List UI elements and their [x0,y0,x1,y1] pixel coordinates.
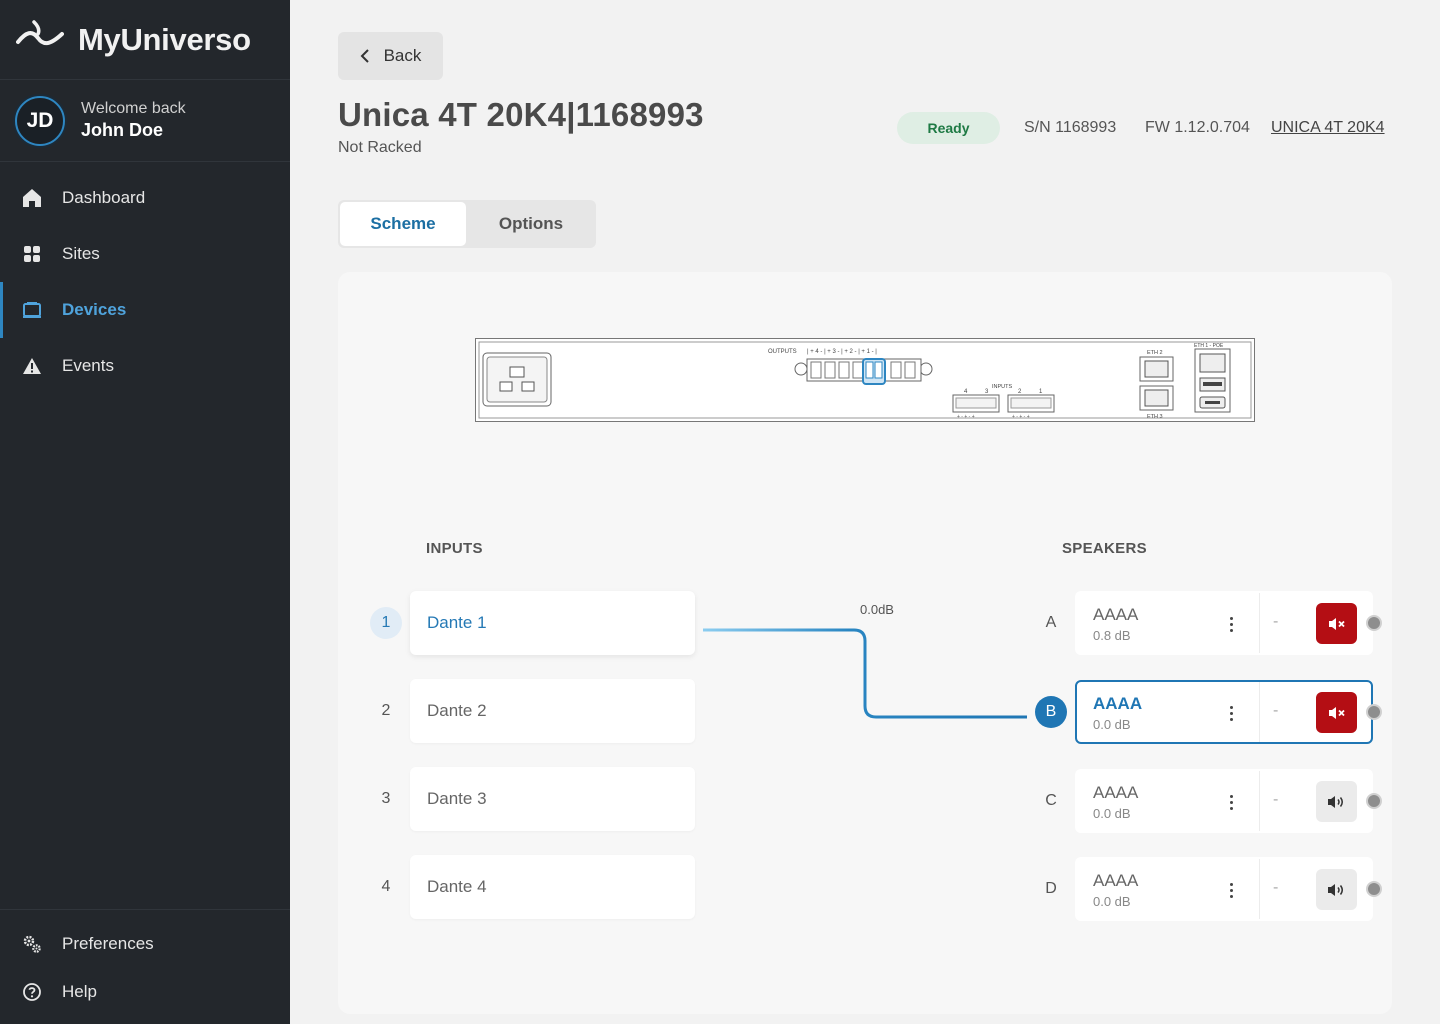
nav-item-sites[interactable]: Sites [0,226,290,282]
route-gain-label[interactable]: 0.0dB [860,602,894,617]
speaker-muted-icon [1328,706,1345,719]
serial-number: S/N 1168993 [1024,119,1117,136]
chevron-left-icon [360,49,370,63]
mute-button[interactable] [1316,603,1357,644]
nav-item-help[interactable]: Help [0,968,290,1016]
page-title: Unica 4T 20K4|1168993 [338,96,704,133]
nav-label: Devices [62,300,127,319]
avatar: JD [15,95,65,146]
output-connector-dot[interactable] [1366,793,1382,809]
output-connector-dot[interactable] [1366,704,1382,720]
device-icon [22,300,42,320]
user-name: John Doe [81,120,164,140]
status-badge: Ready [897,112,1000,144]
grid-icon [22,244,42,264]
speaker-letter: A [1045,614,1057,631]
scheme-panel: OUTPUTS | + 4 - | + 3 - | + 2 - | + 1 - … [338,272,1392,1014]
tab-options[interactable]: Options [468,202,594,246]
nav-item-dashboard[interactable]: Dashboard [0,170,290,226]
tab-scheme[interactable]: Scheme [340,202,466,246]
main-nav: Dashboard Sites Devices Events [0,162,290,394]
speaker-preset: - [1273,702,1279,719]
nav-label: Preferences [62,934,154,953]
mute-button[interactable] [1316,692,1357,733]
speaker-name: AAAA [1093,871,1139,890]
back-button[interactable]: Back [338,32,443,80]
speaker-letter: C [1045,792,1057,809]
output-connector-dot[interactable] [1366,881,1382,897]
tab-bar: Scheme Options [338,200,596,248]
sidebar: MyUniverso JD Welcome back John Doe Dash… [0,0,290,1024]
speaker-card-c[interactable]: AAAA 0.0 dB - [1075,769,1373,833]
main-content: Back Unica 4T 20K4|1168993 Not Racked Re… [290,0,1440,1024]
mute-button[interactable] [1316,869,1357,910]
nav-item-preferences[interactable]: Preferences [0,920,290,968]
home-icon [22,188,42,208]
speaker-card-b[interactable]: AAAA 0.0 dB - [1075,680,1373,744]
brand[interactable]: MyUniverso [0,0,290,80]
nav-label: Sites [62,244,100,263]
more-vertical-icon[interactable] [1223,879,1239,901]
help-icon [22,982,42,1002]
speaker-gain: 0.8 dB [1093,628,1131,643]
nav-label: Events [62,356,114,375]
output-connector-dot[interactable] [1366,615,1382,631]
speaker-muted-icon [1328,617,1345,630]
back-label: Back [383,46,422,65]
user-profile[interactable]: JD Welcome back John Doe [0,80,290,162]
more-vertical-icon[interactable] [1223,613,1239,635]
more-vertical-icon[interactable] [1223,702,1239,724]
speaker-name: AAAA [1093,605,1139,624]
firmware-version: FW 1.12.0.704 [1145,119,1250,136]
divider [1259,593,1260,653]
speaker-letter: B [1035,696,1067,728]
speaker-card-a[interactable]: AAAA 0.8 dB - [1075,591,1373,655]
nav-item-events[interactable]: Events [0,338,290,394]
speaker-on-icon [1327,883,1343,896]
page-subtitle: Not Racked [338,139,422,156]
speaker-letter: D [1045,880,1057,897]
divider [1259,859,1260,919]
nav-item-devices[interactable]: Devices [0,282,290,338]
gears-icon [22,934,42,954]
speaker-gain: 0.0 dB [1093,894,1131,909]
speaker-name: AAAA [1093,783,1139,802]
sidebar-footer: Preferences Help [0,909,290,1024]
warning-icon [22,356,42,376]
speaker-preset: - [1273,879,1279,896]
speaker-card-d[interactable]: AAAA 0.0 dB - [1075,857,1373,921]
divider [1259,771,1260,831]
divider [1259,682,1260,742]
more-vertical-icon[interactable] [1223,791,1239,813]
speaker-name: AAAA [1093,694,1143,713]
logo-icon [16,20,64,59]
model-link[interactable]: UNICA 4T 20K4 [1271,119,1385,137]
speaker-preset: - [1273,613,1279,630]
mute-button[interactable] [1316,781,1357,822]
speaker-gain: 0.0 dB [1093,806,1131,821]
speaker-on-icon [1327,795,1343,808]
speaker-gain: 0.0 dB [1093,717,1131,732]
nav-label: Help [62,982,97,1001]
brand-name: MyUniverso [78,21,251,57]
nav-label: Dashboard [62,188,146,207]
welcome-text: Welcome back [81,100,186,117]
speaker-preset: - [1273,791,1279,808]
